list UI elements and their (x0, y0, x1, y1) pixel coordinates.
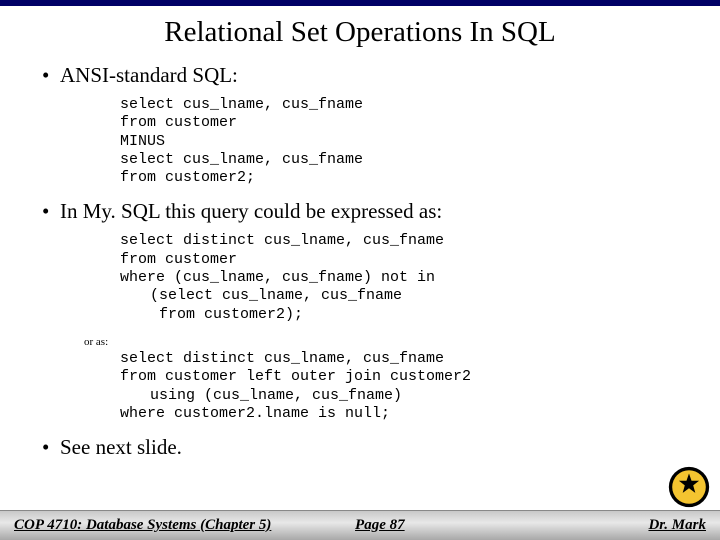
bullet-ansi-text: ANSI-standard SQL: (60, 63, 238, 87)
footer-course: COP 4710: Database Systems (Chapter 5) (14, 517, 271, 534)
code-line: from customer2; (120, 169, 255, 186)
footer-bar: COP 4710: Database Systems (Chapter 5) P… (0, 510, 720, 540)
code-line: (select cus_lname, cus_fname (120, 287, 690, 305)
code-line: select distinct cus_lname, cus_fname (120, 232, 444, 249)
footer-author: Dr. Mark (648, 517, 706, 534)
bullet-mysql: •In My. SQL this query could be expresse… (42, 199, 690, 224)
bullet-ansi: •ANSI-standard SQL: (42, 63, 690, 88)
code-line: select distinct cus_lname, cus_fname (120, 350, 444, 367)
code-ansi: select cus_lname, cus_fname from custome… (120, 96, 690, 187)
bullet-dot: • (42, 435, 60, 460)
slide-title: Relational Set Operations In SQL (0, 16, 720, 49)
bullet-see: •See next slide. (42, 435, 690, 460)
code-line: from customer left outer join customer2 (120, 368, 471, 385)
or-as-label: or as: (84, 336, 690, 348)
bullet-dot: • (42, 199, 60, 224)
bullet-mysql-text: In My. SQL this query could be expressed… (60, 199, 442, 223)
slide-content: •ANSI-standard SQL: select cus_lname, cu… (0, 63, 720, 460)
code-line: from customer (120, 114, 237, 131)
footer: COP 4710: Database Systems (Chapter 5) P… (0, 510, 720, 540)
code-line: from customer (120, 251, 237, 268)
bullet-see-text: See next slide. (60, 435, 182, 459)
code-line: MINUS (120, 133, 165, 150)
code-mysql-2: select distinct cus_lname, cus_fname fro… (120, 350, 690, 423)
code-line: where customer2.lname is null; (120, 405, 390, 422)
code-line: using (cus_lname, cus_fname) (120, 387, 690, 405)
top-accent-bar (0, 0, 720, 6)
code-line: select cus_lname, cus_fname (120, 151, 363, 168)
footer-page: Page 87 (355, 517, 405, 534)
code-line: from customer2); (120, 306, 690, 324)
bullet-dot: • (42, 63, 60, 88)
code-line: select cus_lname, cus_fname (120, 96, 363, 113)
code-line: where (cus_lname, cus_fname) not in (120, 269, 435, 286)
code-mysql-1: select distinct cus_lname, cus_fname fro… (120, 232, 690, 323)
ucf-logo-icon (668, 466, 710, 508)
